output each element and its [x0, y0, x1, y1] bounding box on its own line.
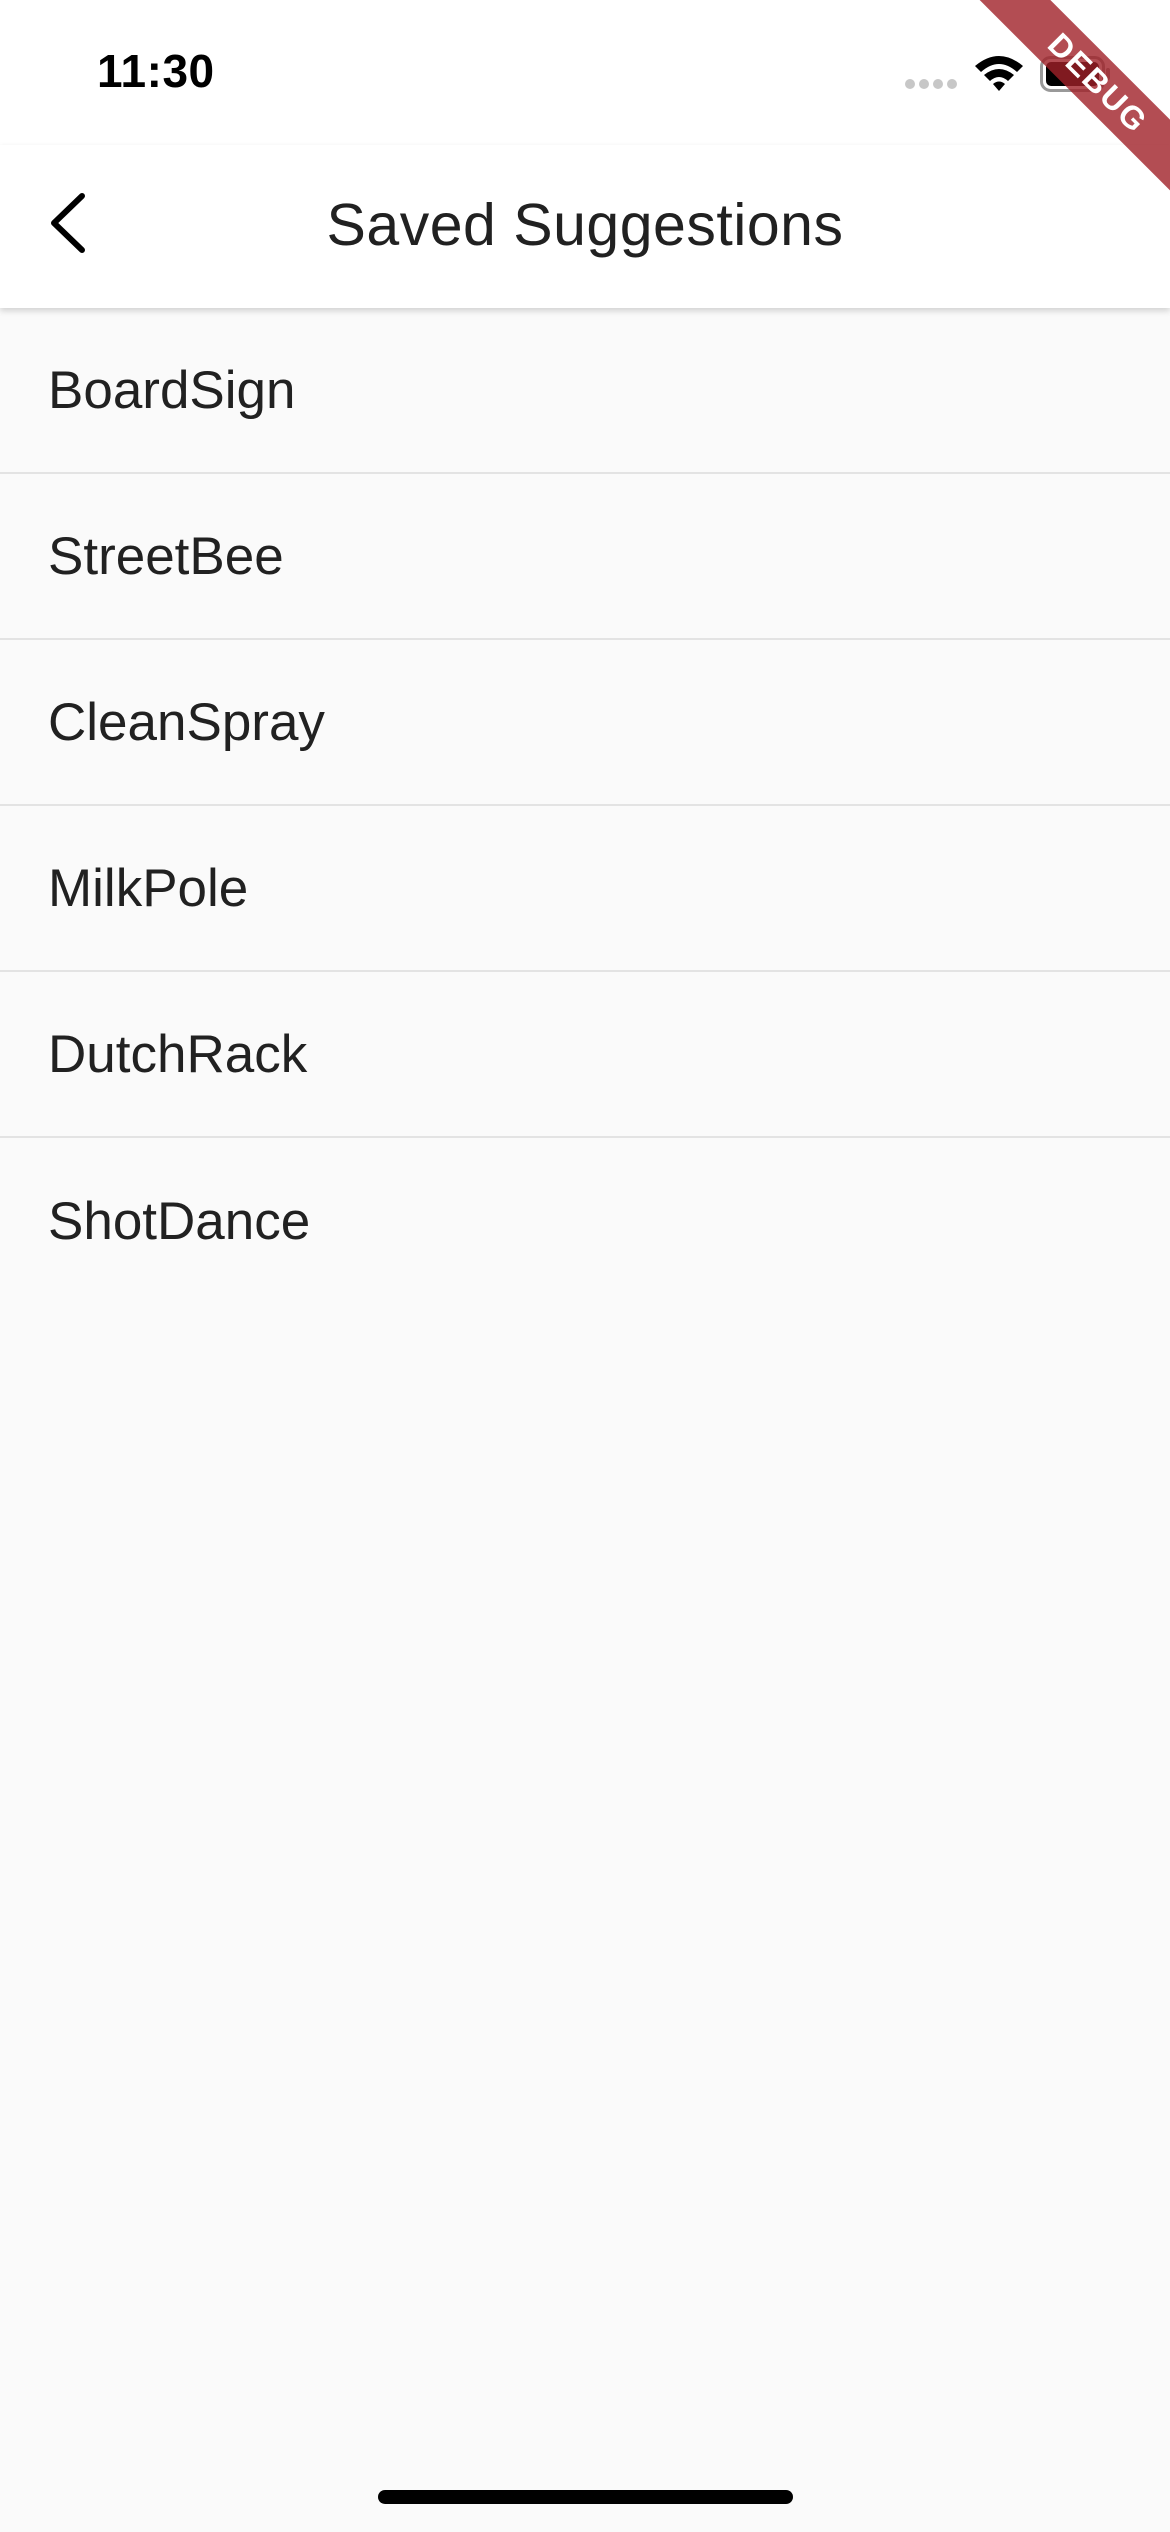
- list-item[interactable]: DutchRack: [0, 972, 1170, 1138]
- page-title: Saved Suggestions: [326, 192, 844, 258]
- status-bar: 11:30: [0, 0, 1170, 145]
- wifi-icon: [975, 56, 1023, 91]
- app-bar: Saved Suggestions: [0, 145, 1170, 308]
- home-indicator[interactable]: [378, 2490, 793, 2504]
- battery-icon: [1040, 56, 1110, 92]
- list-item[interactable]: BoardSign: [0, 308, 1170, 474]
- list-item[interactable]: CleanSpray: [0, 640, 1170, 806]
- list-item[interactable]: StreetBee: [0, 474, 1170, 640]
- saved-suggestions-list: BoardSign StreetBee CleanSpray MilkPole …: [0, 308, 1170, 1304]
- signal-dots-icon: [905, 79, 957, 89]
- status-time: 11:30: [97, 45, 215, 97]
- list-item[interactable]: MilkPole: [0, 806, 1170, 972]
- list-item[interactable]: ShotDance: [0, 1138, 1170, 1304]
